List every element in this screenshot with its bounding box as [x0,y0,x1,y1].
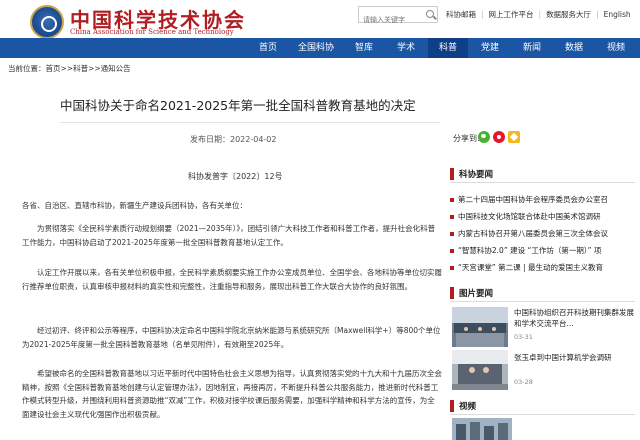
link-data-service[interactable]: 数据服务大厅 [546,10,591,19]
video-section-header: 视频 [450,397,635,415]
pictures-section-header: 图片要闻 [450,284,635,302]
weibo-share-icon[interactable] [493,131,505,143]
article-paragraph: 各省、自治区、直辖市科协，新疆生产建设兵团科协，各有关单位： [22,201,247,210]
nav-academic[interactable]: 学术 [386,38,426,58]
nav-cast[interactable]: 全国科协 [290,38,342,58]
article-paragraph: 经过初评、终评和公示等程序，中国科协决定命名中国科学院北京纳米能源与系统研究所（… [22,326,441,349]
nav-home[interactable]: 首页 [248,38,288,58]
section-marker [450,287,454,299]
picture-news-title[interactable]: 中国科协组织召开科技期刊集群发展和学术交流平台... [514,307,640,329]
article-paragraph: 为贯彻落实《全民科学素质行动规划纲要（2021—2035年）》，团结引领广大科技… [22,224,436,247]
video-thumbnail[interactable] [452,418,512,440]
search-input[interactable] [359,12,423,28]
news-item-text[interactable]: 中国科技文化场馆联合体赴中国美术馆调研 [458,212,601,221]
publish-date: 发布日期：2022-04-02 [190,135,277,144]
link-separator: | [538,10,542,19]
bullet-icon [450,214,454,219]
document-number: 科协发普字〔2022〕12号 [188,172,283,181]
article-title: 中国科协关于命名2021-2025年第一批全国科普教育基地的决定 [60,98,416,113]
main-nav: 首页 全国科协 智库 学术 科普 党建 新闻 数据 视频 [0,38,640,58]
news-item[interactable]: 中国科技文化场馆联合体赴中国美术馆调研 [450,211,640,224]
link-work-platform[interactable]: 网上工作平台 [489,10,534,19]
link-separator: | [481,10,484,19]
link-separator: | [596,10,599,19]
picture-news-date: 03-28 [514,378,533,386]
bullet-icon [450,265,454,270]
picture-thumbnail[interactable] [452,350,508,390]
video-section-title[interactable]: 视频 [459,400,476,412]
nav-news[interactable]: 新闻 [512,38,552,58]
search-box [358,6,438,28]
nav-thinktank[interactable]: 智库 [344,38,384,58]
qzone-share-icon[interactable] [508,131,520,143]
nav-video[interactable]: 视频 [596,38,636,58]
news-item[interactable]: “智慧科协2.0” 建设 “工作坊（第一期）” 项 [450,245,640,258]
site-header: 中国科学技术协会 China Association for Science a… [0,0,640,39]
wechat-share-icon[interactable] [478,131,490,143]
news-section-header: 科协要闻 [450,165,635,183]
breadcrumb-path[interactable]: 首页>>科普>>通知公告 [46,64,131,73]
top-links: 科协邮箱 | 网上工作平台 | 数据服务大厅 | English [446,9,631,20]
picture-thumbnail[interactable] [452,307,508,347]
picture-news-date: 03-31 [514,333,533,341]
bullet-icon [450,248,454,253]
news-section-title[interactable]: 科协要闻 [459,168,493,180]
link-email[interactable]: 科协邮箱 [446,10,476,19]
nav-data[interactable]: 数据 [554,38,594,58]
link-english[interactable]: English [604,10,631,19]
search-icon[interactable] [426,10,434,18]
news-item-text[interactable]: “智慧科协2.0” 建设 “工作坊（第一期）” 项 [458,246,601,255]
section-marker [450,400,454,412]
pictures-section-title[interactable]: 图片要闻 [459,287,493,299]
cast-logo-icon[interactable] [30,5,64,39]
nav-party[interactable]: 党建 [470,38,510,58]
title-divider [60,122,440,123]
news-item-text[interactable]: 内蒙古科协召开第八届委员会第三次全体会议 [458,229,608,238]
picture-news-title[interactable]: 张玉卓到中国计算机学会调研 [514,352,640,374]
share-label: 分享到: [453,134,480,143]
news-item-text[interactable]: “天宫课堂” 第二课 | 最生动的爱国主义教育 [458,263,603,272]
brand-name-en: China Association for Science and Techno… [70,28,234,36]
news-item[interactable]: 内蒙古科协召开第八届委员会第三次全体会议 [450,228,640,241]
breadcrumb: 当前位置：首页>>科普>>通知公告 [8,63,131,74]
article-paragraph: 认定工作开展以来，各有关单位积极申报，全民科学素质纲要实施工作办公室成员单位、全… [22,268,442,291]
news-item-text[interactable]: 第二十四届中国科协年会程序委员会办公室召 [458,195,608,204]
section-marker [450,168,454,180]
nav-science-pop[interactable]: 科普 [428,38,468,58]
news-item[interactable]: 第二十四届中国科协年会程序委员会办公室召 [450,194,640,207]
breadcrumb-prefix: 当前位置： [8,64,46,73]
article-paragraph: 希望被命名的全国科普教育基地以习近平新时代中国特色社会主义思想为指导，认真贯彻落… [22,369,442,419]
bullet-icon [450,197,454,202]
news-item[interactable]: “天宫课堂” 第二课 | 最生动的爱国主义教育 [450,262,640,275]
bullet-icon [450,231,454,236]
